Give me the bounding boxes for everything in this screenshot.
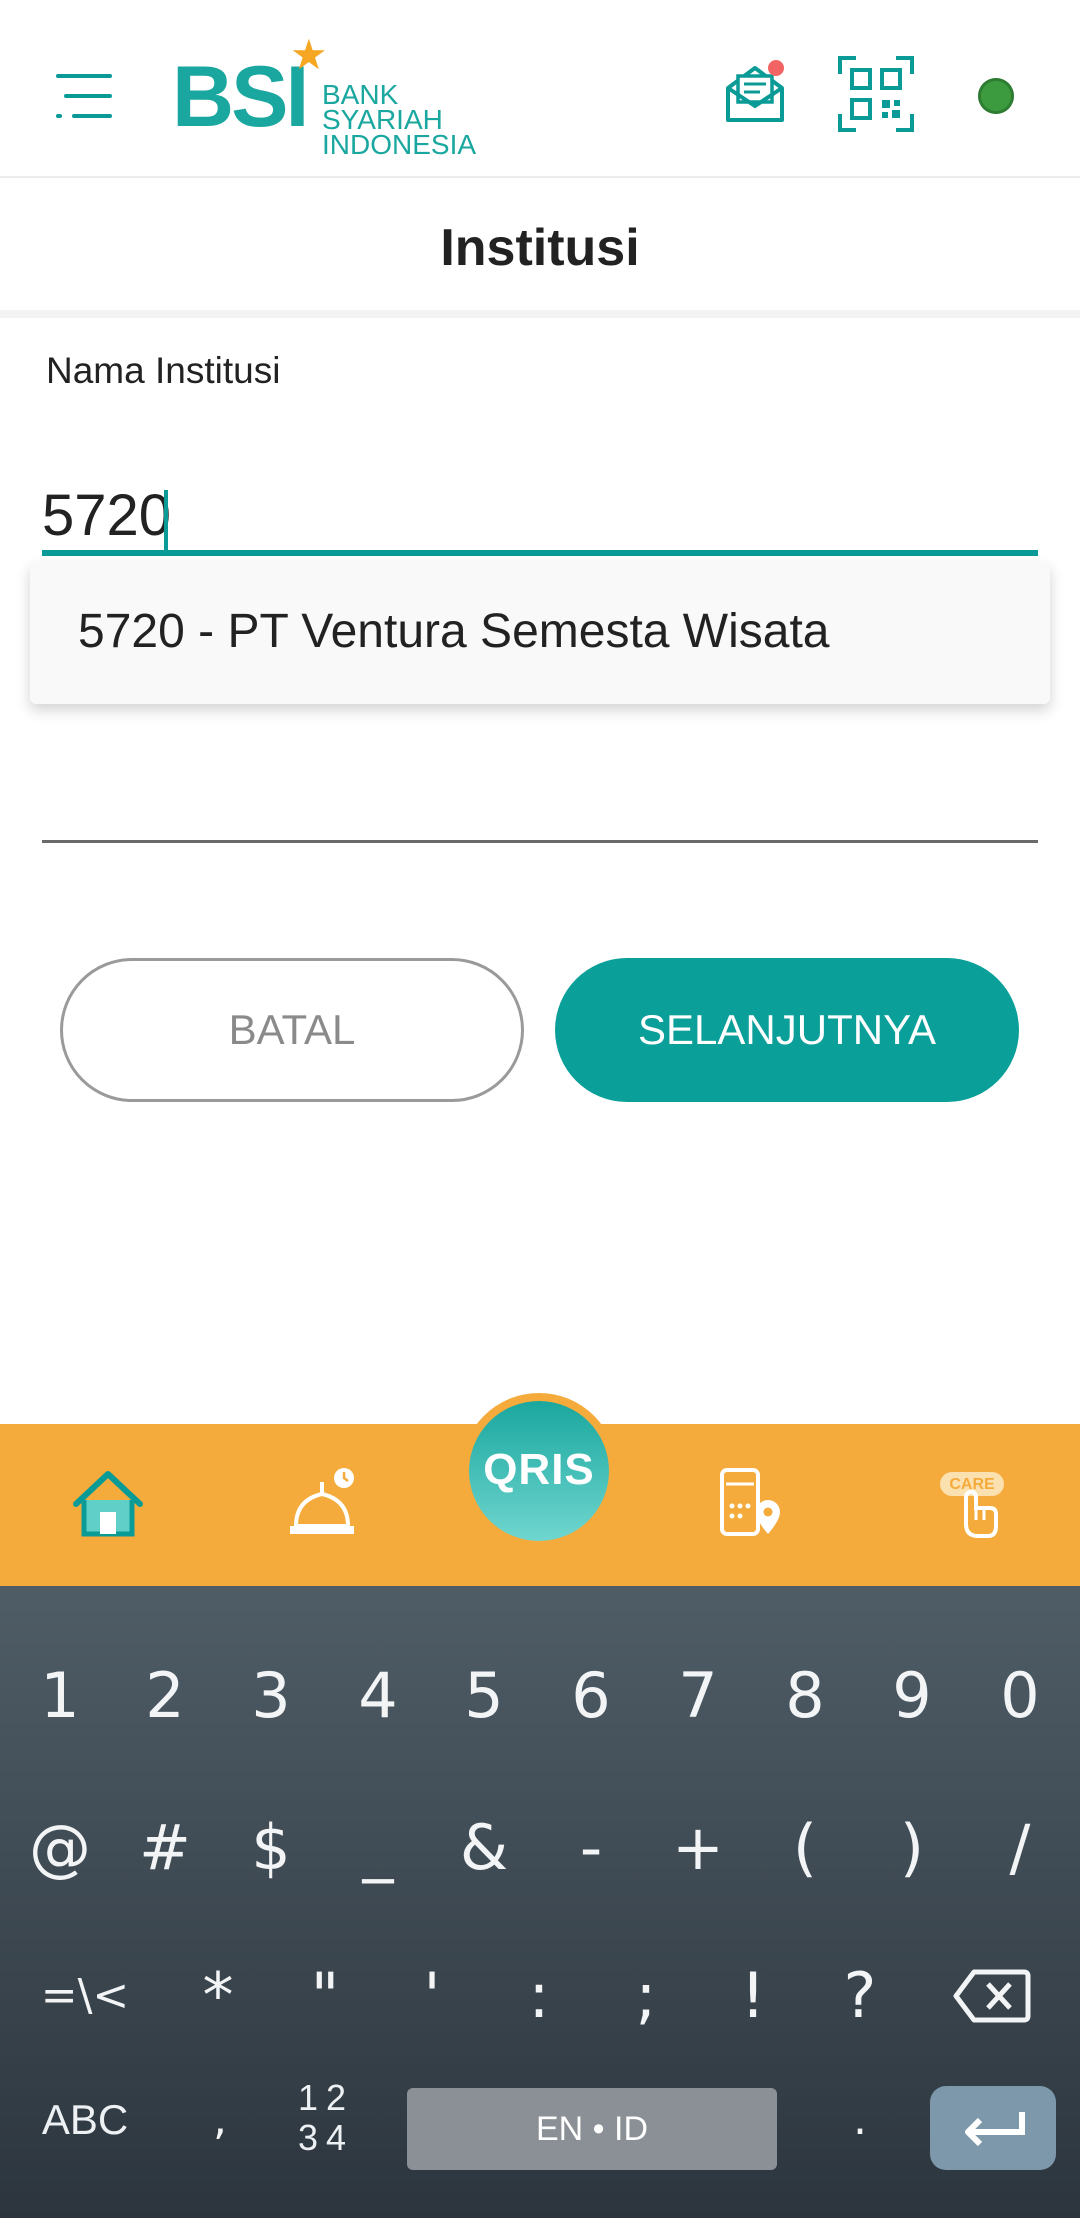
space-key[interactable]: EN • ID [407, 2088, 777, 2170]
home-icon[interactable] [68, 1464, 148, 1544]
key-semicolon[interactable]: ; [596, 1936, 696, 2056]
logo-star-icon: ★ [290, 31, 328, 78]
qris-button[interactable]: QRIS [461, 1393, 617, 1549]
qris-icon: QRIS [483, 1445, 595, 1494]
text-cursor [164, 490, 168, 552]
key-hash[interactable]: # [115, 1788, 215, 1908]
key-close-paren[interactable]: ) [862, 1788, 962, 1908]
key-asterisk[interactable]: * [168, 1936, 268, 2056]
next-button[interactable]: SELANJUTNYA [555, 958, 1019, 1102]
key-2[interactable]: 2 [115, 1636, 215, 1756]
mobile-location-icon[interactable] [712, 1464, 792, 1544]
mosque-prayer-icon[interactable] [282, 1464, 362, 1544]
key-0[interactable]: 0 [970, 1636, 1070, 1756]
enter-arrow-icon [965, 2112, 1025, 2147]
key-ampersand[interactable]: & [434, 1788, 534, 1908]
institution-name-label: Nama Institusi [46, 350, 281, 391]
care-label: CARE [949, 1476, 995, 1493]
key-7[interactable]: 7 [648, 1636, 748, 1756]
online-status-icon [978, 78, 1014, 114]
logo-line-1: BANK SYARIAH [322, 79, 443, 135]
second-field-underline[interactable] [42, 840, 1038, 843]
bsi-logo: BSI ★ BANK SYARIAH INDONESIA [172, 34, 512, 159]
key-open-paren[interactable]: ( [755, 1788, 855, 1908]
autocomplete-option[interactable]: 5720 - PT Ventura Semesta Wisata [78, 604, 830, 659]
key-6[interactable]: 6 [541, 1636, 641, 1756]
title-bar: Institusi [0, 180, 1080, 318]
key-plus[interactable]: + [648, 1788, 748, 1908]
numeric-symbol-keyboard: 1 2 3 4 5 6 7 8 9 0 @ # $ _ & - + ( ) / … [0, 1586, 1080, 2218]
key-4[interactable]: 4 [328, 1636, 428, 1756]
autocomplete-dropdown: 5720 - PT Ventura Semesta Wisata [30, 562, 1050, 704]
key-more-symbols[interactable]: =\< [30, 1936, 140, 2056]
keyboard-row-symbols-1: @ # $ _ & - + ( ) / [0, 1788, 1080, 1908]
app-screen: BSI ★ BANK SYARIAH INDONESIA Institusi N… [0, 0, 1080, 2218]
key-colon[interactable]: : [489, 1936, 589, 2056]
institution-name-input[interactable] [42, 480, 1038, 556]
key-abc[interactable]: ABC [20, 2060, 150, 2180]
key-slash[interactable]: / [970, 1788, 1070, 1908]
mail-notification-icon[interactable] [722, 60, 788, 126]
key-3[interactable]: 3 [221, 1636, 321, 1756]
key-numbers-top: 12 [297, 2077, 355, 2118]
key-single-quote[interactable]: ' [382, 1936, 482, 2056]
logo-line-2: INDONESIA [322, 129, 477, 160]
key-double-quote[interactable]: " [275, 1936, 375, 2056]
care-icon[interactable]: CARE [932, 1464, 1012, 1544]
cancel-button[interactable]: BATAL [60, 958, 524, 1102]
keyboard-row-symbols-2: =\< * " ' : ; ! ? [0, 1936, 1080, 2056]
keyboard-row-numbers: 1 2 3 4 5 6 7 8 9 0 [0, 1636, 1080, 1756]
key-period[interactable]: . [810, 2060, 910, 2180]
enter-key[interactable] [930, 2086, 1056, 2170]
qr-code-icon[interactable] [838, 56, 914, 132]
key-exclamation[interactable]: ! [703, 1936, 803, 2056]
key-5[interactable]: 5 [434, 1636, 534, 1756]
logo-subtitle: BANK SYARIAH INDONESIA [322, 79, 512, 160]
hamburger-menu-icon[interactable] [56, 74, 112, 118]
key-comma[interactable]: , [170, 2060, 270, 2180]
backspace-icon[interactable] [952, 1966, 1032, 2026]
key-dollar[interactable]: $ [221, 1788, 321, 1908]
qris-badge: QRIS [469, 1401, 609, 1541]
page-title: Institusi [440, 219, 640, 277]
key-underscore[interactable]: _ [328, 1788, 428, 1908]
key-1[interactable]: 1 [10, 1636, 110, 1756]
logo-brand: BSI [172, 49, 309, 145]
key-numbers-bottom: 34 [297, 2117, 355, 2158]
key-9[interactable]: 9 [862, 1636, 962, 1756]
key-question[interactable]: ? [810, 1936, 910, 2056]
key-numbers[interactable]: 12 34 [278, 2078, 374, 2158]
key-8[interactable]: 8 [755, 1636, 855, 1756]
app-header: BSI ★ BANK SYARIAH INDONESIA [0, 0, 1080, 178]
key-minus[interactable]: - [541, 1788, 641, 1908]
key-at[interactable]: @ [10, 1788, 110, 1908]
